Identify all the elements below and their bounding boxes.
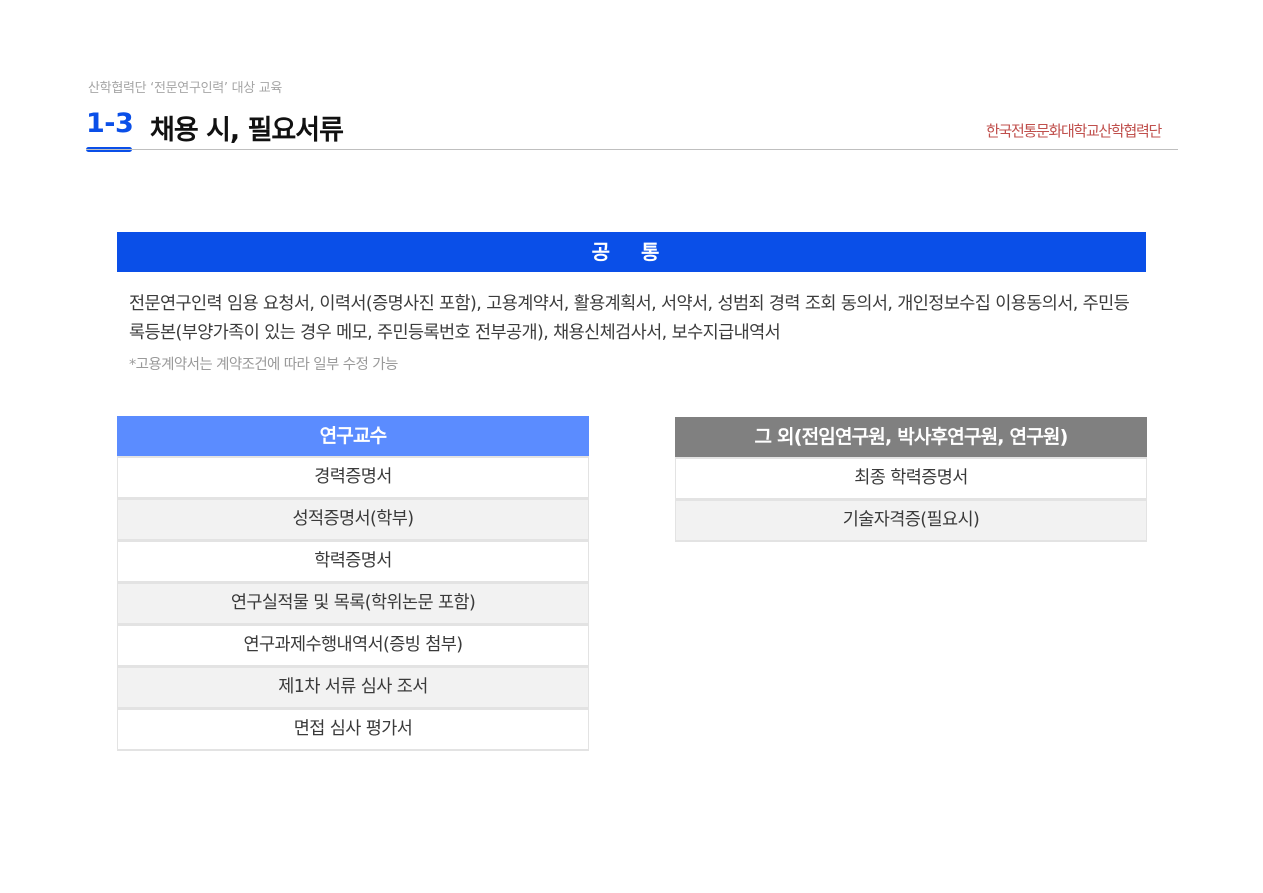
table-row: 최종 학력증명서 bbox=[675, 457, 1147, 499]
university-logo: 한국전통문화대학교산학협력단 bbox=[986, 122, 1162, 140]
header-subtitle: 산학협력단 ‘전문연구인력’ 대상 교육 bbox=[88, 81, 283, 96]
table-row: 제1차 서류 심사 조서 bbox=[117, 666, 589, 708]
professor-table: 연구교수 경력증명서 성적증명서(학부) 학력증명서 연구실적물 및 목록(학위… bbox=[117, 416, 589, 751]
table-row: 경력증명서 bbox=[117, 456, 589, 498]
other-staff-table-heading: 그 외(전임연구원, 박사후연구원, 연구원) bbox=[675, 417, 1147, 457]
table-row: 연구과제수행내역서(증빙 첨부) bbox=[117, 624, 589, 666]
common-heading: 공 통 bbox=[117, 232, 1146, 272]
table-row: 성적증명서(학부) bbox=[117, 498, 589, 540]
section-number: 1-3 bbox=[86, 108, 134, 139]
table-row: 학력증명서 bbox=[117, 540, 589, 582]
page-title: 채용 시, 필요서류 bbox=[150, 115, 344, 146]
table-row: 면접 심사 평가서 bbox=[117, 708, 589, 751]
common-documents: 전문연구인력 임용 요청서, 이력서(증명사진 포함), 고용계약서, 활용계획… bbox=[129, 294, 1130, 343]
header-divider bbox=[86, 149, 1178, 150]
table-row: 연구실적물 및 목록(학위논문 포함) bbox=[117, 582, 589, 624]
table-row: 기술자격증(필요시) bbox=[675, 499, 1147, 542]
professor-table-heading: 연구교수 bbox=[117, 416, 589, 456]
common-note: *고용계약서는 계약조건에 따라 일부 수정 가능 bbox=[129, 357, 398, 373]
other-staff-table: 그 외(전임연구원, 박사후연구원, 연구원) 최종 학력증명서 기술자격증(필… bbox=[675, 417, 1147, 542]
